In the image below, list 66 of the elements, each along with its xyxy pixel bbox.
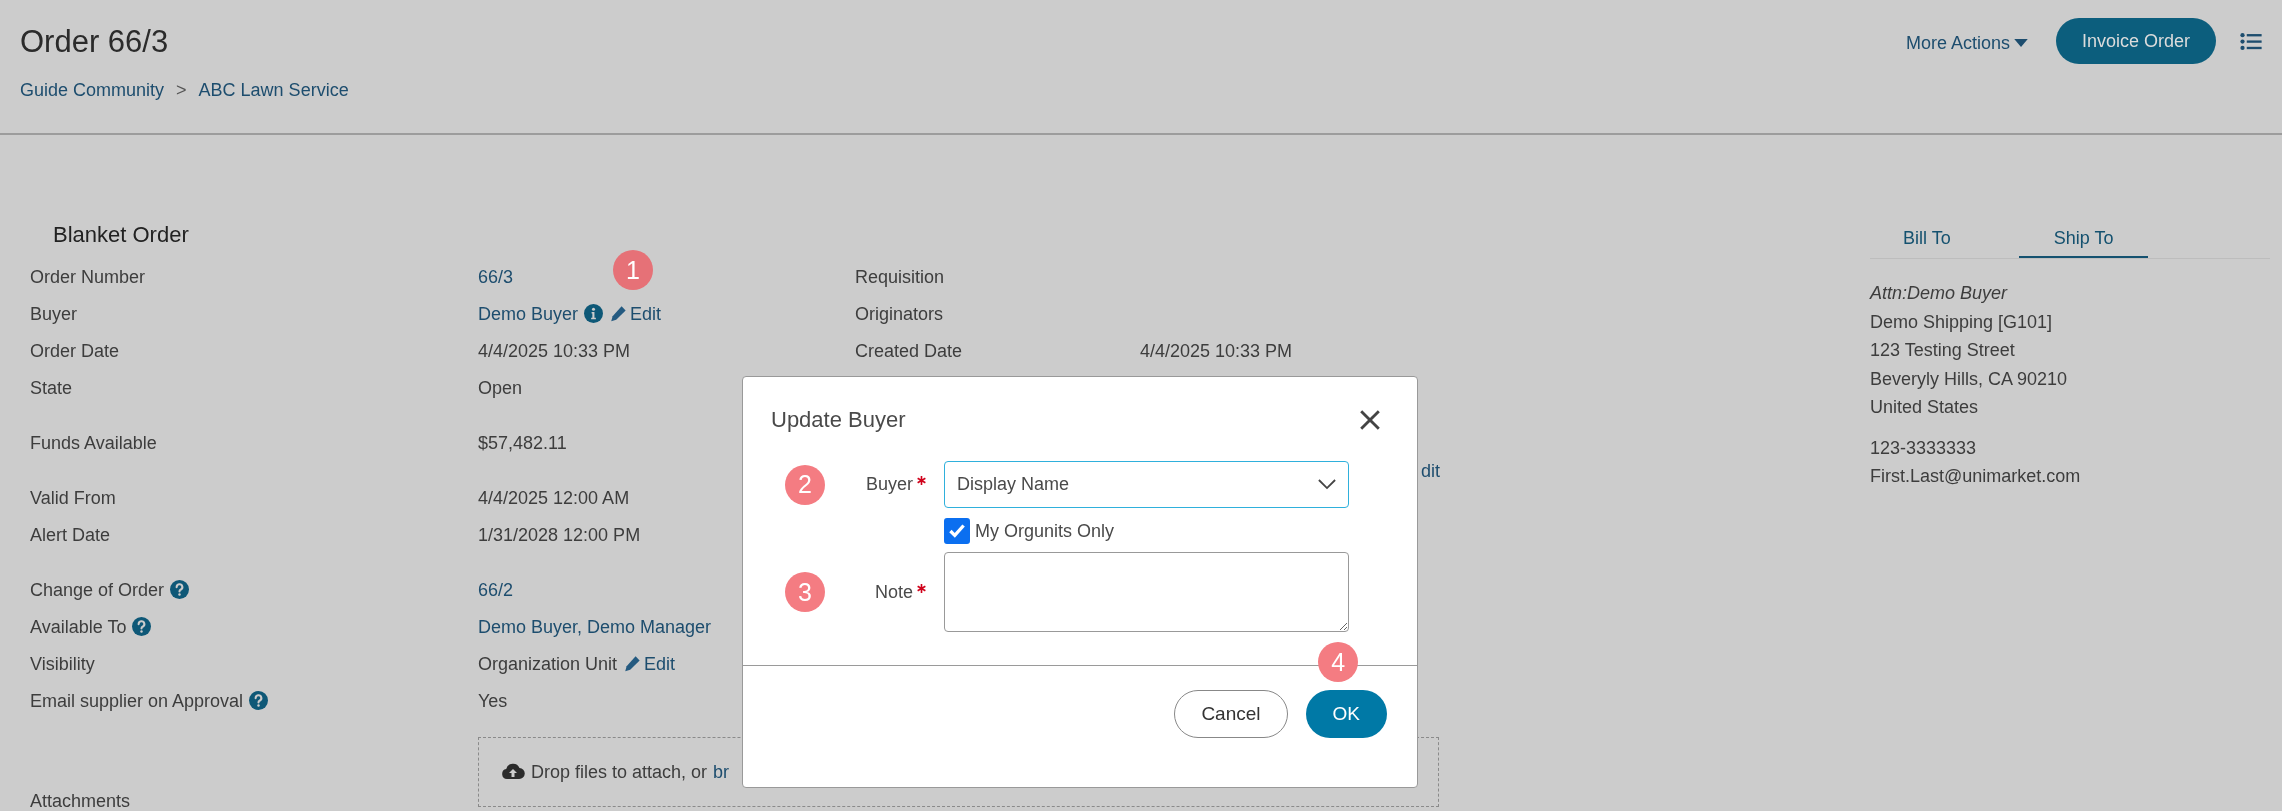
field-label: Visibility [30, 652, 95, 676]
field-label: Attachments [30, 790, 131, 811]
edit-link[interactable]: dit [1421, 461, 1440, 481]
field-label: Alert Date [30, 523, 111, 547]
field-value: Yes [478, 689, 508, 713]
address-tab[interactable]: Ship To [2018, 220, 2149, 258]
close-icon[interactable] [1359, 409, 1381, 431]
field-link[interactable]: Demo Buyer, Demo Manager [478, 614, 712, 639]
address-line: Demo Shipping [G101] [1870, 310, 2054, 334]
field-value: 4/4/2025 10:33 PM [1140, 339, 1293, 363]
note-field[interactable] [944, 552, 1349, 632]
field-label: Valid From [30, 486, 116, 510]
field-label: Email supplier on Approval [30, 689, 244, 713]
field-label: Originators [855, 302, 944, 326]
field-value: 4/4/2025 12:00 AM [478, 486, 630, 510]
field-label: Change of Order [30, 578, 165, 602]
field-value: 1/31/2028 12:00 PM [478, 523, 641, 547]
field-value: Organization Unit [478, 652, 618, 676]
address-line: Beveryly Hills, CA 90210 [1870, 367, 2069, 391]
field-label: Funds Available [30, 431, 157, 455]
field-value: 4/4/2025 10:33 PM [478, 339, 631, 363]
field-value: Open [478, 376, 523, 400]
field-label: Order Date [30, 339, 120, 363]
field-label: Order Number [30, 265, 146, 289]
browse-link[interactable]: br [713, 760, 730, 784]
pencil-icon [623, 654, 642, 673]
section-heading: Blanket Order [52, 221, 190, 249]
address-line: 123 Testing Street [1870, 339, 2016, 362]
field-link[interactable]: 66/2 [478, 577, 514, 602]
callout-badge: 2 [785, 464, 825, 505]
dropzone-text: Drop files to attach, or [531, 761, 708, 784]
field-label: Requisition [855, 265, 945, 289]
cloud-upload-icon [501, 762, 525, 780]
contact-line: First.Last@unimarket.com [1870, 464, 2082, 488]
pencil-icon [609, 304, 628, 323]
breadcrumb-link[interactable]: ABC Lawn Service [198, 80, 349, 101]
cancel-button[interactable]: Cancel [1174, 690, 1288, 738]
caret-icon [2013, 38, 2028, 48]
checkbox[interactable] [944, 518, 970, 544]
chevron-icon [1318, 479, 1336, 490]
callout-badge: 1 [613, 249, 654, 290]
callout-badge: 4 [1318, 642, 1359, 682]
more-actions-menu[interactable]: More Actions [1905, 32, 2028, 54]
field-label: State [30, 376, 73, 400]
field-link[interactable]: 66/3 [478, 264, 514, 289]
address-line: United States [1870, 396, 1980, 419]
list-icon[interactable] [2240, 32, 2262, 50]
contact-line: 123-3333333 [1870, 436, 1978, 460]
page-title: Order 66/3 [20, 24, 170, 60]
breadcrumb-separator: > [176, 80, 187, 101]
field-label: Created Date [855, 339, 963, 363]
callout-badge: 3 [785, 572, 825, 612]
breadcrumb-link[interactable]: Guide Community [20, 80, 165, 101]
field-label: Buyer [865, 474, 913, 495]
dialog-title: Update Buyer [771, 407, 906, 433]
field-link[interactable]: Demo Buyer [478, 301, 579, 326]
address-line: Attn:Demo Buyer [1870, 282, 2009, 305]
field-label: Buyer [30, 302, 78, 326]
invoice-order-button[interactable]: Invoice Order [2055, 18, 2216, 64]
field-label: Note [874, 581, 913, 603]
address-tab[interactable]: Bill To [1903, 220, 1984, 258]
buyer-select[interactable]: Display Name [944, 461, 1349, 508]
field-value: $57,482.11 [478, 431, 567, 455]
checkbox-label: My Orgunits Only [975, 520, 1115, 542]
field-label: Available To [30, 615, 127, 639]
edit-link[interactable]: Edit [623, 651, 676, 676]
